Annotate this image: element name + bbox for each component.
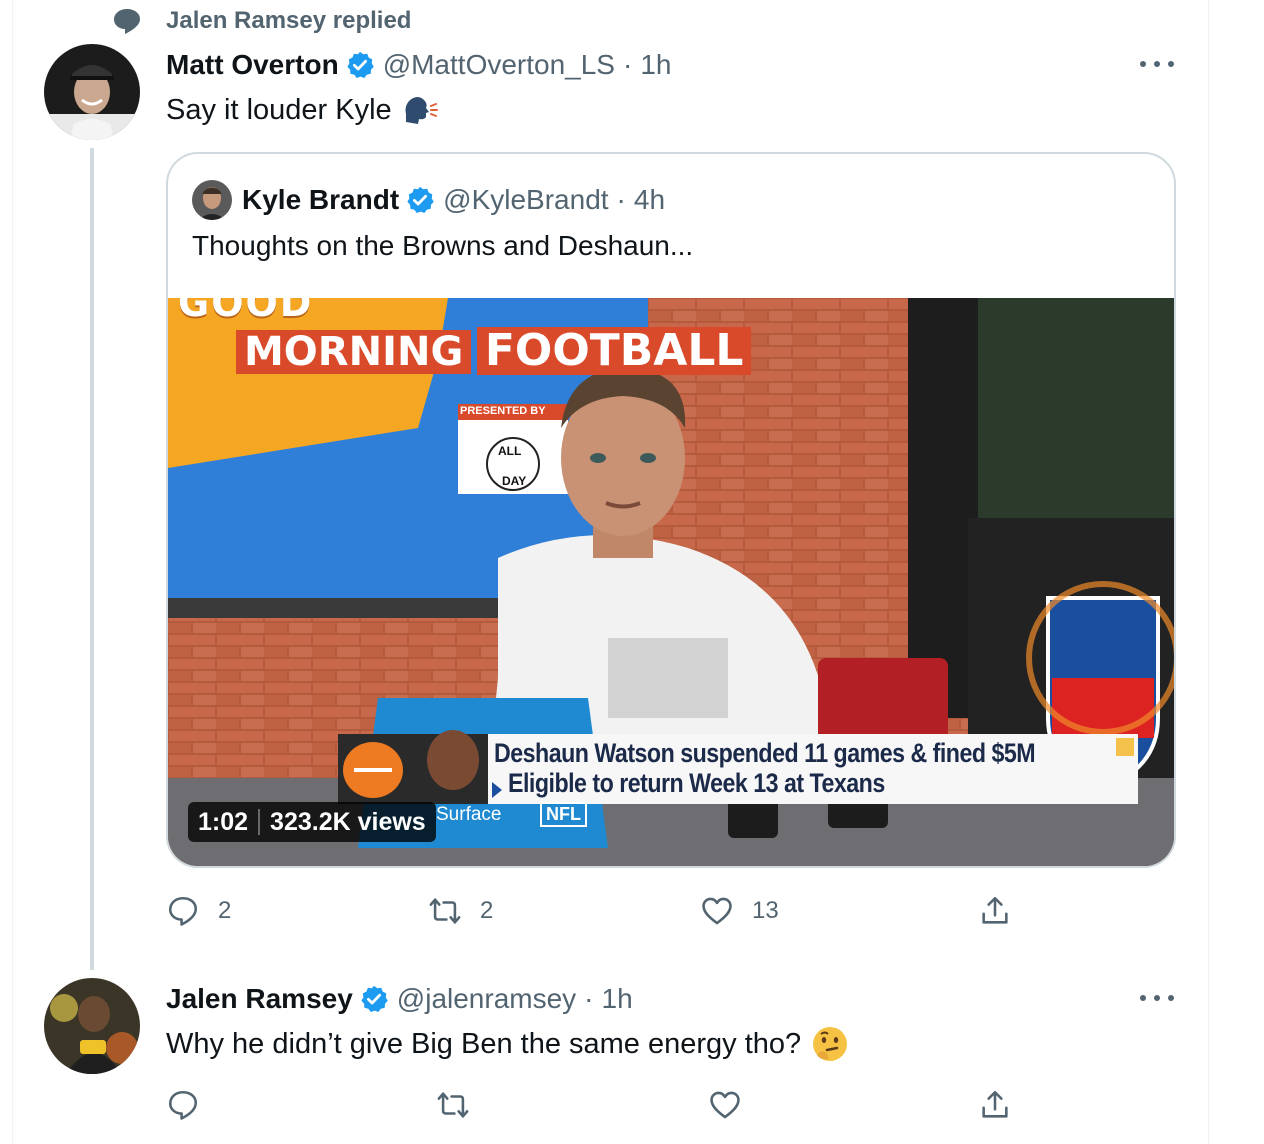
- retweet-icon: [429, 898, 461, 924]
- more-options-icon[interactable]: [1140, 988, 1174, 1008]
- social-context: Jalen Ramsey replied: [112, 4, 411, 38]
- tablet-brand-label: Surface: [436, 804, 502, 825]
- author-handle[interactable]: @MattOverton_LS: [383, 49, 615, 81]
- tweet-text: Say it louder Kyle: [166, 93, 392, 126]
- like-button[interactable]: 13: [700, 894, 779, 928]
- show-logo-line2: MORNING: [236, 330, 472, 374]
- separator-dot: ·: [584, 983, 594, 1014]
- show-logo-line3: FOOTBALL: [476, 327, 752, 375]
- heart-icon: [710, 1091, 740, 1119]
- show-logo-line1: GOOD: [178, 298, 314, 325]
- more-options-icon[interactable]: [1140, 54, 1174, 74]
- tweet-time[interactable]: 1h: [640, 49, 671, 81]
- video-duration: 1:02: [198, 807, 249, 836]
- chyron-subline: Eligible to return Week 13 at Texans: [508, 768, 885, 798]
- second-tweet-header: Jalen Ramsey @jalenramsey · 1h: [166, 980, 633, 1018]
- verified-badge-icon[interactable]: [359, 984, 389, 1014]
- share-button[interactable]: [978, 1088, 1012, 1122]
- like-count: 13: [752, 897, 779, 924]
- author-name[interactable]: Matt Overton: [166, 49, 339, 81]
- column-border-left: [12, 0, 13, 1144]
- author-handle[interactable]: @jalenramsey: [397, 983, 576, 1015]
- quoted-tweet-text: Thoughts on the Browns and Deshaun...: [192, 230, 694, 261]
- reply-tweet-text: Say it louder Kyle: [166, 90, 438, 130]
- social-context-label: Jalen Ramsey replied: [166, 7, 412, 34]
- quoted-tweet-time[interactable]: 4h: [634, 184, 665, 216]
- share-button[interactable]: [978, 894, 1012, 928]
- thinking-face-emoji-icon: [813, 1027, 848, 1061]
- video-player[interactable]: GOOD MORNING FOOTBALL PRESENTED BY ALL D…: [168, 298, 1174, 866]
- reply-icon: [168, 896, 198, 926]
- second-tweet-text: Why he didn’t give Big Ben the same ener…: [166, 1024, 849, 1064]
- all-day-label-top: ALL: [498, 444, 522, 458]
- retweet-icon: [437, 1092, 469, 1118]
- badge-divider: [258, 809, 261, 835]
- avatar-matt-overton[interactable]: [44, 44, 140, 140]
- video-views: 323.2K views: [270, 807, 426, 836]
- separator-dot: ·: [623, 49, 633, 80]
- verified-badge-icon[interactable]: [345, 50, 375, 80]
- speech-bubble-icon: [114, 9, 140, 34]
- quoted-tweet-header: Kyle Brandt @KyleBrandt · 4h: [192, 180, 665, 220]
- video-duration-badge: 1:02 323.2K views: [188, 802, 436, 842]
- thread-connector-line: [90, 148, 94, 970]
- share-icon: [982, 896, 1008, 924]
- presented-by-label: PRESENTED BY: [460, 405, 546, 417]
- reply-icon: [168, 1090, 198, 1120]
- chyron-headline: Deshaun Watson suspended 11 games & fine…: [494, 738, 1036, 768]
- all-day-label-bottom: DAY: [502, 474, 527, 488]
- avatar-jalen-ramsey[interactable]: [44, 978, 140, 1074]
- retweet-count: 2: [480, 897, 494, 924]
- nfl-badge-label: NFL: [540, 802, 587, 827]
- quoted-tweet-card[interactable]: Kyle Brandt @KyleBrandt · 4h Thoughts on…: [166, 152, 1176, 868]
- retweet-button[interactable]: 2: [428, 894, 493, 928]
- like-button[interactable]: [708, 1088, 742, 1122]
- reply-count: 2: [218, 897, 232, 924]
- tweet-time[interactable]: 1h: [602, 983, 633, 1015]
- speaking-head-emoji-icon: [405, 97, 438, 124]
- quoted-author-name[interactable]: Kyle Brandt: [242, 184, 399, 216]
- show-logo: GOOD MORNING FOOTBALL: [178, 298, 752, 375]
- separator-dot: ·: [616, 184, 626, 215]
- avatar-kyle-brandt[interactable]: [192, 180, 232, 220]
- author-name[interactable]: Jalen Ramsey: [166, 983, 353, 1015]
- quoted-author-handle[interactable]: @KyleBrandt: [443, 184, 608, 216]
- verified-badge-icon[interactable]: [405, 185, 435, 215]
- reply-tweet-actions: 2 2 13: [166, 894, 1026, 934]
- reply-tweet-header: Matt Overton @MattOverton_LS · 1h: [166, 46, 671, 84]
- column-border-right: [1208, 0, 1209, 1144]
- reply-button[interactable]: [166, 1088, 200, 1122]
- retweet-button[interactable]: [436, 1088, 470, 1122]
- reply-button[interactable]: 2: [166, 894, 231, 928]
- tweet-text: Why he didn’t give Big Ben the same ener…: [166, 1027, 802, 1060]
- heart-icon: [702, 897, 732, 925]
- share-icon: [982, 1090, 1008, 1118]
- second-tweet-actions: [166, 1088, 1026, 1128]
